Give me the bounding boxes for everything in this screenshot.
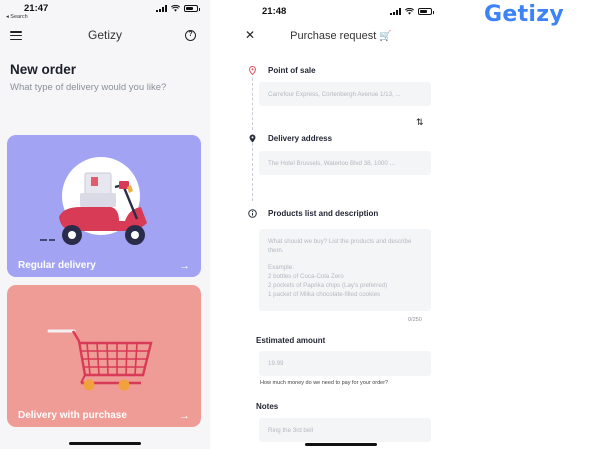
delivery-address-input[interactable]: The Hotel Brussels, Waterloo Blvd 38, 10… (259, 151, 431, 175)
location-pin-icon (249, 66, 256, 75)
card-label: Regular delivery (18, 260, 96, 271)
shopping-cart-illustration (47, 329, 153, 391)
swap-icon[interactable]: ⇅ (416, 117, 424, 128)
estimated-amount-helper: How much money do we need to pay for you… (260, 380, 389, 386)
info-icon (248, 209, 257, 218)
placeholder-line: 1 packet of Milka chocolate-filled cooki… (268, 290, 381, 298)
page-title: Purchase request 🛒 (238, 30, 444, 42)
status-time: 21:48 (262, 6, 287, 17)
wifi-icon (171, 5, 180, 12)
scooter-illustration (40, 157, 147, 245)
timeline-connector (252, 143, 253, 201)
page-title: New order (10, 62, 77, 77)
delivery-with-purchase-card[interactable]: Delivery with purchase → (7, 285, 201, 427)
placeholder-line (268, 256, 411, 265)
placeholder-line: 2 pockets of Paprika chips (Lay's prefer… (268, 281, 388, 289)
home-indicator (305, 443, 377, 446)
placeholder-line: them. (268, 246, 284, 254)
wifi-icon (405, 8, 414, 15)
location-pin-icon (249, 134, 256, 143)
app-header: Getizy ? (0, 24, 210, 46)
status-icons (156, 5, 200, 12)
status-time: 21:47 (24, 3, 49, 14)
products-placeholder: What should we buy? List the products an… (268, 238, 411, 300)
help-icon[interactable]: ? (185, 30, 196, 41)
page-subtitle: What type of delivery would you like? (10, 82, 167, 93)
app-title: Getizy (87, 28, 122, 42)
placeholder-line: What should we buy? List the products an… (268, 238, 412, 245)
brand-logo: Getizy (484, 2, 564, 27)
cart-icon: 🛒 (379, 31, 392, 42)
battery-icon (184, 5, 200, 12)
back-to-search-link[interactable]: ◂ Search (6, 14, 28, 20)
delivery-address-label: Delivery address (268, 134, 333, 143)
arrow-right-icon: → (179, 410, 190, 422)
notes-input[interactable]: Ring the 3rd bell (259, 418, 431, 442)
signal-icon (390, 8, 401, 15)
page-title-text: Purchase request (290, 30, 377, 42)
point-of-sale-label: Point of sale (268, 66, 316, 75)
point-of-sale-input[interactable]: Carrefour Express, Cortenbergh Avenue 1/… (259, 82, 431, 106)
estimated-amount-input[interactable]: 19.99 (259, 351, 431, 376)
timeline-connector (252, 78, 253, 130)
regular-delivery-card[interactable]: Regular delivery → (7, 135, 201, 277)
signal-icon (156, 5, 167, 12)
purchase-request-screen: 21:48 ✕ Purchase request 🛒 Point of sale… (238, 0, 444, 449)
status-bar: 21:47 ◂ Search (0, 0, 210, 22)
card-label: Delivery with purchase (18, 410, 127, 421)
placeholder-line: Example: (268, 264, 294, 272)
battery-icon (418, 8, 434, 15)
status-bar: 21:48 (238, 0, 444, 22)
products-label: Products list and description (268, 209, 379, 218)
order-type-screen: 21:47 ◂ Search Getizy ? New order What t… (0, 0, 210, 449)
placeholder-line: 2 bottles of Coca-Cola Zero (268, 273, 344, 281)
notes-label: Notes (256, 402, 279, 411)
products-textarea[interactable]: What should we buy? List the products an… (259, 229, 431, 311)
arrow-right-icon: → (179, 260, 190, 272)
status-icons (390, 8, 434, 15)
estimated-amount-label: Estimated amount (256, 336, 326, 345)
char-counter: 0/250 (408, 317, 422, 323)
home-indicator (69, 442, 141, 445)
